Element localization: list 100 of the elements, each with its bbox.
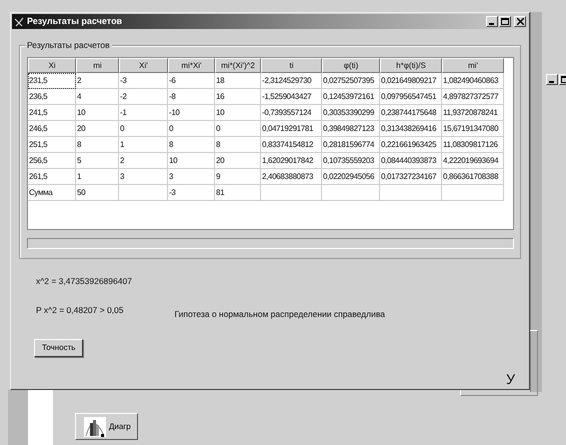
app-icon [14, 16, 24, 26]
table-cell: 251,5 [28, 137, 76, 153]
table-cell: 2,40683880873 [261, 169, 322, 185]
table-cell: 2 [76, 73, 119, 89]
table-cell: Сумма [28, 185, 76, 201]
table-cell [322, 185, 380, 201]
column-header[interactable]: ti [261, 58, 322, 73]
window-title: Результаты расчетов [27, 14, 122, 28]
column-header[interactable]: φ(ti) [322, 58, 380, 73]
corner-label: У [506, 372, 515, 386]
table-cell [261, 185, 322, 201]
close-icon [516, 18, 524, 25]
accuracy-button[interactable]: Точность [34, 338, 84, 356]
table-cell: 9 [215, 169, 261, 185]
table-cell: 50 [76, 185, 119, 201]
table-cell: -10 [168, 105, 215, 121]
table-cell [442, 185, 504, 201]
table-cell: 256,5 [28, 153, 76, 169]
table-cell: 0,12453972161 [322, 89, 380, 105]
chart-button[interactable]: Диагр [75, 413, 138, 440]
column-header[interactable]: mi [76, 58, 119, 73]
table-cell: -8 [168, 89, 215, 105]
column-header[interactable]: h*φ(ti)/S [380, 58, 442, 73]
column-header[interactable]: mi*Xi' [168, 58, 215, 73]
probability-text: P x^2 = 0,48207 > 0,05 [36, 304, 124, 317]
table-cell: 1,082490460863 [442, 73, 504, 89]
table-cell: 1,62029017842 [261, 153, 322, 169]
table-cell: 1 [119, 137, 168, 153]
table-cell: 10 [76, 105, 119, 121]
column-header[interactable]: mi*(Xi')^2 [215, 58, 261, 73]
maximize-button[interactable] [498, 16, 511, 27]
table-cell: -2 [119, 89, 168, 105]
horizontal-scrollbar[interactable] [27, 238, 514, 249]
table-cell: 0 [215, 121, 261, 137]
table-cell: 0,83374154812 [261, 137, 322, 153]
table-cell: -3 [168, 185, 215, 201]
table-cell: 81 [215, 185, 261, 201]
table-cell: 0,313438269416 [380, 121, 442, 137]
table-cell: 0,10735559203 [322, 153, 380, 169]
table-cell: 5 [76, 153, 119, 169]
table-cell: 0,04719291781 [261, 121, 322, 137]
table-cell: 10 [168, 153, 215, 169]
table-cell: -6 [168, 73, 215, 89]
table-cell: 0,30353390299 [322, 105, 380, 121]
column-header[interactable]: Xi [28, 58, 76, 73]
table-cell: 236,5 [28, 89, 76, 105]
group-title: Результаты расчетов [25, 40, 112, 51]
bar-chart-icon [84, 416, 106, 436]
table-cell: 8 [76, 137, 119, 153]
table-cell [380, 185, 442, 201]
table-cell: 0,021649809217 [380, 73, 442, 89]
table-cell: 0,017327234167 [380, 169, 442, 185]
table-cell: 0,097956547451 [380, 89, 442, 105]
table-cell: 0 [119, 121, 168, 137]
table-cell: -0,7393557124 [261, 105, 322, 121]
table-cell: 16 [215, 89, 261, 105]
column-header[interactable]: Xi' [119, 58, 168, 73]
table-cell: -2,3124529730 [261, 73, 322, 89]
table-cell: 0 [168, 121, 215, 137]
table-cell: 3 [168, 169, 215, 185]
table-cell: 15,67191347080 [442, 121, 504, 137]
minimize-button[interactable] [486, 16, 498, 27]
table-cell: -3 [119, 73, 168, 89]
table-cell: 0,084440393873 [380, 153, 442, 169]
table-cell [119, 185, 168, 201]
table-cell: 0,28181596774 [322, 137, 380, 153]
table-cell: 1 [76, 169, 119, 185]
conclusion-text: Гипотеза о нормальном распределении справедлива [174, 308, 385, 320]
table-cell: 4,897827372577 [442, 89, 504, 105]
table-cell: 11,93720878241 [442, 105, 504, 121]
close-button[interactable] [514, 16, 526, 27]
table-cell: -1 [119, 105, 168, 121]
table-cell: 10 [215, 105, 261, 121]
table-cell: 0,39849827123 [322, 121, 380, 137]
maximize-icon [500, 18, 509, 25]
panel-background [28, 390, 53, 445]
table-cell: 0,221661963425 [380, 137, 442, 153]
table-cell: 20 [76, 121, 119, 137]
table-cell: 18 [215, 73, 261, 89]
table-cell: 11,08309817126 [442, 137, 504, 153]
table-cell: 0,02202945056 [322, 169, 380, 185]
table-cell: 3 [119, 169, 168, 185]
table-cell: 2 [119, 153, 168, 169]
table-cell: 246,5 [28, 121, 76, 137]
table-cell: 0,238744175648 [380, 105, 442, 121]
chi-square-text: x^2 = 3,47353926896407 [36, 275, 133, 288]
table-cell: 261,5 [28, 169, 76, 185]
table-cell: 8 [215, 137, 261, 153]
table-cell: 231,5 [28, 73, 76, 89]
table-cell: -1,5259043427 [261, 89, 322, 105]
table-cell: 241,5 [28, 105, 76, 121]
table-cell: 4 [76, 89, 119, 105]
table-cell: 8 [168, 137, 215, 153]
table-cell: 0,866361708388 [442, 169, 504, 185]
minimize-button[interactable] [546, 74, 558, 85]
column-header[interactable]: mi' [442, 58, 504, 73]
window-border [8, 390, 28, 445]
table-cell: 20 [215, 153, 261, 169]
table-cell: 0,02752507395 [322, 73, 380, 89]
table-cell: 4,222019693694 [442, 153, 504, 169]
